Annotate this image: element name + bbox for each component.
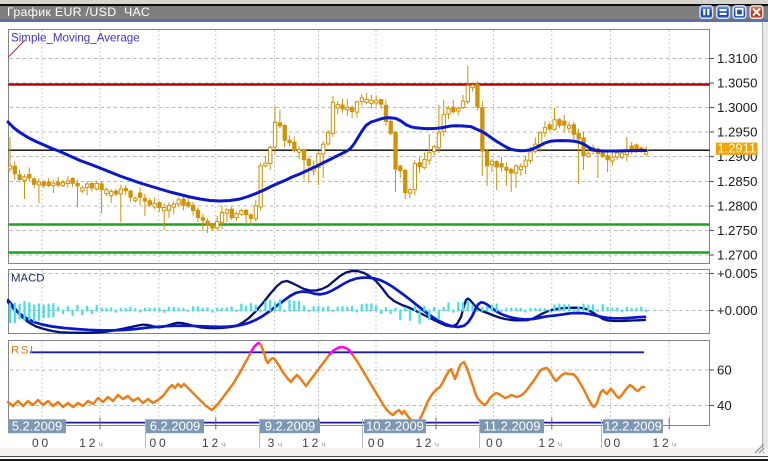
svg-text:График EUR /USD ЧАС: График EUR /USD ЧАС	[7, 5, 150, 19]
svg-text:6.2.2009: 6.2.2009	[150, 419, 201, 434]
svg-text:9.2.2009: 9.2.2009	[265, 419, 316, 434]
svg-text:1.2850: 1.2850	[717, 174, 758, 189]
svg-text:11.2.2009: 11.2.2009	[484, 419, 541, 434]
svg-text:1.3050: 1.3050	[717, 76, 758, 91]
svg-text:5.2.2009: 5.2.2009	[12, 419, 63, 434]
svg-text:1.2750: 1.2750	[717, 223, 758, 238]
svg-text:1.3000: 1.3000	[717, 100, 758, 115]
svg-text:MACD: MACD	[11, 273, 45, 285]
svg-text:60: 60	[717, 363, 732, 378]
svg-text:10.2.2009: 10.2.2009	[366, 419, 424, 434]
svg-text:1.3100: 1.3100	[717, 51, 758, 66]
svg-text:Simple_Moving_Average: Simple_Moving_Average	[11, 32, 140, 45]
svg-text:RSI: RSI	[11, 345, 35, 357]
svg-text:1.2911: 1.2911	[718, 141, 757, 155]
svg-text:1.2950: 1.2950	[717, 125, 758, 140]
svg-text:+0.000: +0.000	[717, 303, 758, 318]
svg-text:12.2.2009: 12.2.2009	[604, 419, 662, 434]
svg-text:1.2700: 1.2700	[717, 248, 758, 263]
svg-text:1.2800: 1.2800	[717, 199, 758, 214]
svg-text:40: 40	[717, 398, 732, 413]
svg-text:+0.005: +0.005	[717, 266, 758, 281]
